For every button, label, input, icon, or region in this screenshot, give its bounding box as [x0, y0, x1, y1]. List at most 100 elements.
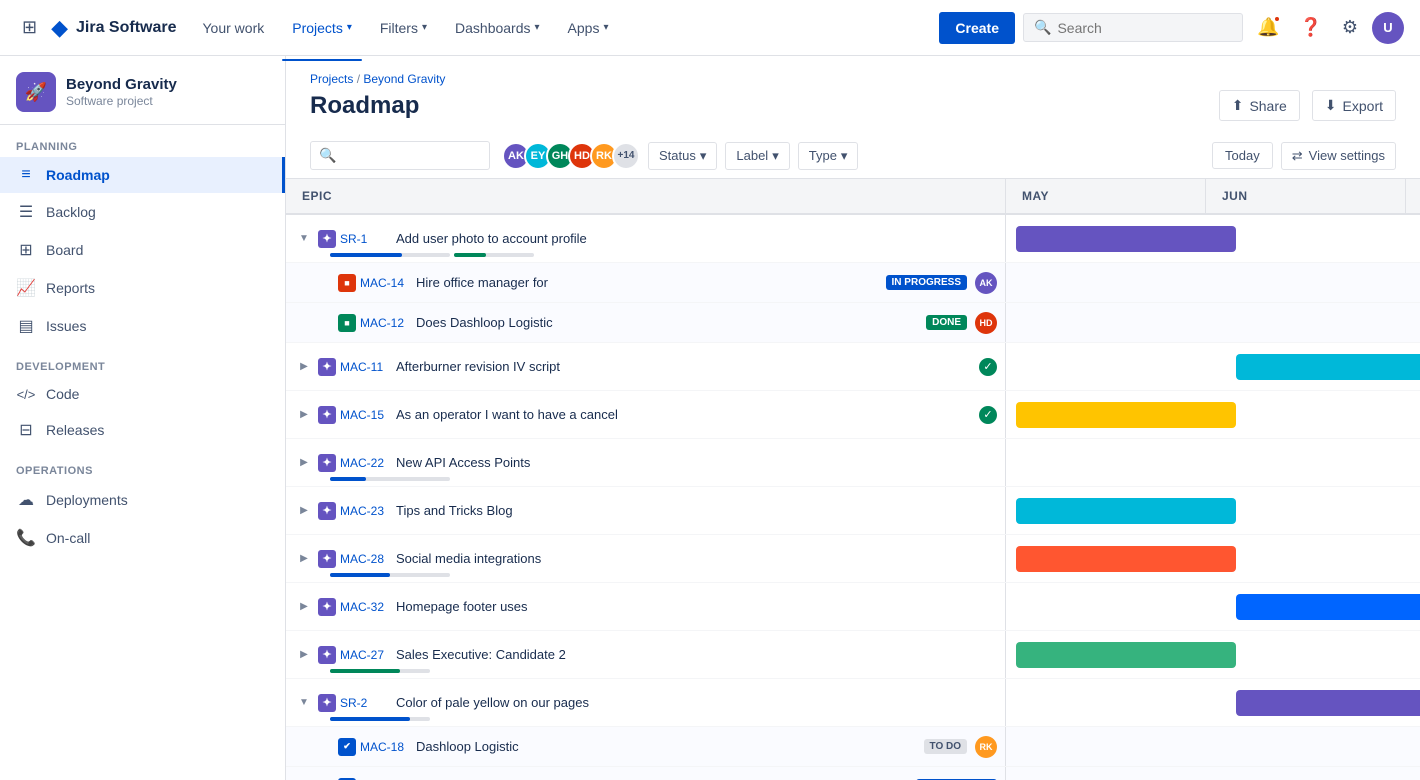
issue-key: MAC-12	[360, 316, 412, 330]
chevron-down-icon: ▾	[772, 148, 779, 164]
share-button[interactable]: ⬆ Share	[1219, 90, 1300, 121]
chevron-down-icon: ▾	[535, 22, 540, 33]
roadmap-search-input[interactable]	[340, 148, 480, 163]
sidebar-item-deployments[interactable]: ☁ Deployments	[0, 481, 285, 519]
breadcrumb-project[interactable]: Beyond Gravity	[363, 72, 445, 86]
notifications-icon[interactable]: 🔔	[1251, 11, 1285, 44]
table-row[interactable]: ▼ ✦ SR-2 Color of pale yellow on our pag…	[286, 679, 1420, 727]
issue-type-icon: ■	[338, 314, 356, 332]
top-navigation: ⊞ ◆ Jira Software Your work Projects ▾ F…	[0, 0, 1420, 56]
main-content: Projects / Beyond Gravity Roadmap ⬆ Shar…	[286, 56, 1420, 780]
sidebar-item-issues[interactable]: ▤ Issues	[0, 307, 285, 345]
table-row[interactable]: ▶ ✦ MAC-27 Sales Executive: Candidate 2	[286, 631, 1420, 679]
sidebar-item-oncall[interactable]: 📞 On-call	[0, 519, 285, 557]
code-icon: </>	[16, 387, 36, 402]
create-button[interactable]: Create	[939, 12, 1015, 44]
nav-your-work[interactable]: Your work	[193, 12, 275, 44]
search-icon: 🔍	[319, 147, 336, 164]
table-row[interactable]: ▼ ✦ SR-1 Add user photo to account profi…	[286, 215, 1420, 263]
grid-menu-icon[interactable]: ⊞	[16, 11, 43, 44]
expand-toggle[interactable]: ▶	[294, 601, 314, 612]
issue-key: MAC-14	[360, 276, 412, 290]
toolbar-search[interactable]: 🔍	[310, 141, 490, 170]
issue-type-icon: ✦	[318, 502, 336, 520]
sidebar-item-reports[interactable]: 📈 Reports	[0, 269, 285, 307]
project-info: 🚀 Beyond Gravity Software project	[0, 56, 285, 125]
chevron-down-icon: ▾	[422, 22, 427, 33]
expand-toggle[interactable]: ▶	[294, 409, 314, 420]
search-input[interactable]	[1057, 20, 1217, 36]
jira-logo[interactable]: ◆ Jira Software	[51, 15, 176, 41]
expand-toggle[interactable]: ▶	[294, 649, 314, 660]
operations-section-label: Operations	[0, 449, 285, 481]
table-row[interactable]: ▶ ✦ MAC-28 Social media integrations	[286, 535, 1420, 583]
sidebar-item-label: Deployments	[46, 492, 128, 508]
epic-cell-mac32: ▶ ✦ MAC-32 Homepage footer uses	[286, 583, 1006, 630]
sidebar-item-board[interactable]: ⊞ Board	[0, 231, 285, 269]
expand-toggle[interactable]: ▼	[294, 697, 314, 708]
nav-dashboards[interactable]: Dashboards ▾	[445, 12, 550, 44]
title-actions: ⬆ Share ⬇ Export	[1219, 90, 1396, 121]
type-filter[interactable]: Type ▾	[798, 142, 859, 170]
issue-key: SR-1	[340, 232, 392, 246]
gantt-bar	[1236, 690, 1420, 716]
issue-key: MAC-22	[340, 456, 392, 470]
issue-key: MAC-32	[340, 600, 392, 614]
breadcrumb-projects[interactable]: Projects	[310, 72, 353, 86]
issue-type-icon: ✦	[318, 454, 336, 472]
search-box[interactable]: 🔍	[1023, 13, 1243, 42]
epic-cell-mac11: ▶ ✦ MAC-11 Afterburner revision IV scrip…	[286, 343, 1006, 390]
issue-title: Add user photo to account profile	[396, 231, 997, 246]
issue-key: MAC-27	[340, 648, 392, 662]
help-icon[interactable]: ❓	[1293, 11, 1327, 44]
today-button[interactable]: Today	[1212, 142, 1273, 169]
label-filter[interactable]: Label ▾	[725, 142, 789, 170]
issue-title: Homepage footer uses	[396, 599, 997, 614]
assignee-avatar: HD	[975, 312, 997, 334]
month-may: MAY	[1006, 179, 1206, 213]
status-badge: TO DO	[924, 739, 967, 754]
expand-toggle[interactable]: ▼	[294, 233, 314, 244]
status-filter[interactable]: Status ▾	[648, 142, 717, 170]
avatar-more[interactable]: +14	[612, 142, 640, 170]
table-row[interactable]: ✔ MAC-18 Dashloop Logistic TO DO RK	[286, 727, 1420, 767]
gantt-bar	[1016, 546, 1236, 572]
status-badge: IN PROGRESS	[886, 275, 967, 290]
table-row[interactable]: ▶ ✦ MAC-22 New API Access Points	[286, 439, 1420, 487]
table-row[interactable]: ▶ ✦ MAC-23 Tips and Tricks Blog	[286, 487, 1420, 535]
project-icon: 🚀	[16, 72, 56, 112]
export-icon: ⬇	[1325, 97, 1337, 114]
table-row[interactable]: ■ MAC-14 Hire office manager for IN PROG…	[286, 263, 1420, 303]
sidebar-item-label: Reports	[46, 280, 95, 296]
app-body: 🚀 Beyond Gravity Software project Planni…	[0, 56, 1420, 780]
roadmap-icon: ≡	[16, 166, 36, 184]
nav-apps[interactable]: Apps ▾	[558, 12, 619, 44]
export-button[interactable]: ⬇ Export	[1312, 90, 1396, 121]
table-row[interactable]: ✔ MAC-19 Call..... IN PROGRESS	[286, 767, 1420, 780]
settings-icon[interactable]: ⚙	[1336, 11, 1364, 44]
nav-projects[interactable]: Projects ▾	[282, 12, 362, 44]
project-name: Beyond Gravity	[66, 76, 177, 94]
backlog-icon: ☰	[16, 202, 36, 222]
sidebar-item-backlog[interactable]: ☰ Backlog	[0, 193, 285, 231]
expand-toggle[interactable]: ▶	[294, 361, 314, 372]
sidebar-item-label: Board	[46, 242, 83, 258]
expand-toggle[interactable]: ▶	[294, 505, 314, 516]
gantt-bar	[1236, 594, 1420, 620]
project-details: Beyond Gravity Software project	[66, 76, 177, 108]
sidebar-item-code[interactable]: </> Code	[0, 377, 285, 411]
sidebar-item-label: Code	[46, 386, 79, 402]
table-row[interactable]: ■ MAC-12 Does Dashloop Logistic DONE HD	[286, 303, 1420, 343]
view-settings-button[interactable]: ⇄ View settings	[1281, 142, 1396, 170]
table-row[interactable]: ▶ ✦ MAC-32 Homepage footer uses	[286, 583, 1420, 631]
user-avatar[interactable]: U	[1372, 12, 1404, 44]
sidebar-item-releases[interactable]: ⊟ Releases	[0, 411, 285, 449]
sidebar-item-roadmap[interactable]: ≡ Roadmap	[0, 157, 285, 193]
project-type: Software project	[66, 94, 177, 108]
table-row[interactable]: ▶ ✦ MAC-11 Afterburner revision IV scrip…	[286, 343, 1420, 391]
table-row[interactable]: ▶ ✦ MAC-15 As an operator I want to have…	[286, 391, 1420, 439]
expand-toggle[interactable]: ▶	[294, 553, 314, 564]
nav-filters[interactable]: Filters ▾	[370, 12, 437, 44]
expand-toggle[interactable]: ▶	[294, 457, 314, 468]
roadmap-container[interactable]: Epic MAY JUN JUL ▼ ✦ SR-1 Add user photo…	[286, 179, 1420, 780]
